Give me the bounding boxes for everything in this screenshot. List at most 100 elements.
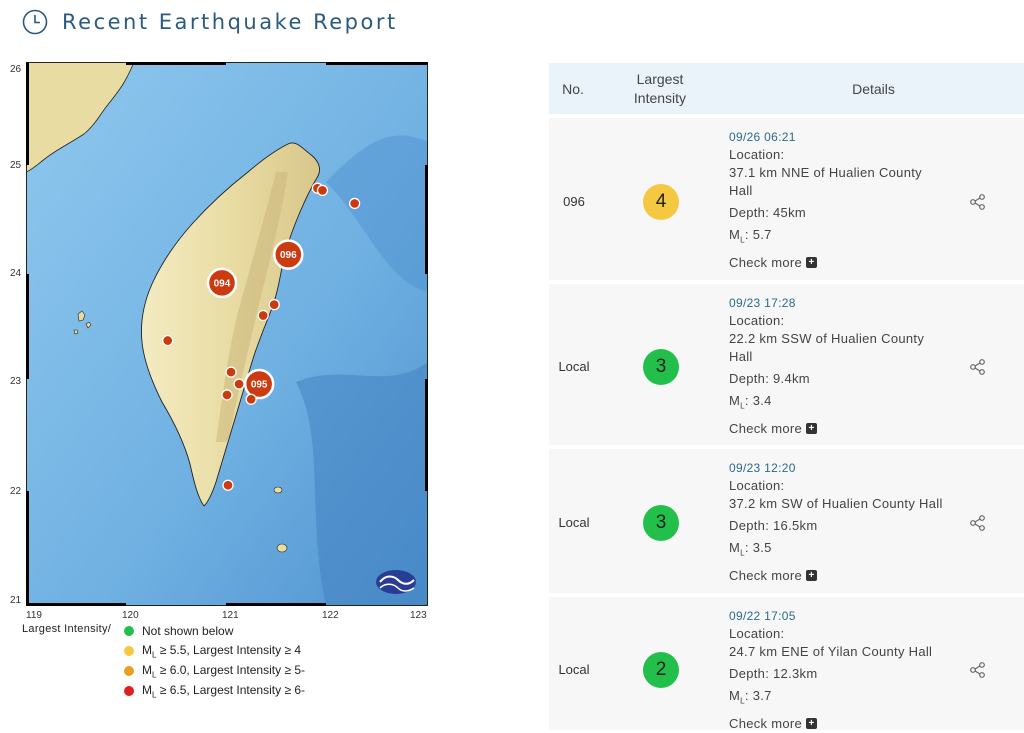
earthquake-marker[interactable] — [268, 298, 280, 311]
depth-text: Depth: 9.4km — [729, 371, 810, 386]
depth-text: Depth: 12.3km — [729, 666, 818, 681]
legend-title: Largest Intensity/ — [22, 623, 112, 635]
earthquake-marker[interactable] — [233, 378, 245, 390]
check-more-link[interactable]: Check more + — [729, 567, 943, 585]
earthquake-marker-labeled[interactable]: 095 — [243, 368, 275, 400]
location-text: 37.2 km SW of Hualien County Hall — [729, 496, 943, 511]
intensity-badge: 3 — [643, 349, 679, 385]
location-label: Location: — [729, 313, 785, 328]
legend-dot-icon — [124, 626, 134, 636]
table-row: 096 4 09/26 06:21 Location: 37.1 km NNE … — [549, 114, 1024, 284]
table-header: No. Largest Intensity Details — [549, 63, 1024, 114]
earthquake-marker[interactable] — [221, 389, 233, 401]
share-icon[interactable] — [969, 193, 987, 211]
earthquake-marker[interactable] — [316, 184, 329, 197]
legend-item: ML ≥ 6.5, Largest Intensity ≥ 6- — [124, 682, 305, 700]
y-tick: 21 — [10, 595, 22, 606]
event-time: 09/22 17:05 — [729, 609, 796, 623]
map-canvas[interactable]: 094 095 096 — [26, 62, 428, 606]
row-details: 09/23 17:28 Location: 22.2 km SSW of Hua… — [729, 294, 924, 438]
intensity-badge: 3 — [643, 505, 679, 541]
location-text-cont: Hall — [729, 183, 753, 198]
row-number: Local — [558, 662, 590, 677]
check-more-link[interactable]: Check more + — [729, 254, 922, 272]
event-time: 09/26 06:21 — [729, 130, 796, 144]
column-header-intensity-line2: Intensity — [633, 89, 687, 106]
y-tick: 22 — [10, 486, 22, 497]
legend-dot-icon — [124, 686, 134, 696]
legend-dot-icon — [124, 646, 134, 656]
magnitude-text: ML: 5.7 — [729, 227, 772, 245]
green-island — [273, 486, 283, 494]
legend-item: ML ≥ 6.0, Largest Intensity ≥ 5- — [124, 662, 305, 680]
legend-item: Not shown below — [124, 622, 233, 640]
table-row: Local 2 09/22 17:05 Location: 24.7 km EN… — [549, 593, 1024, 733]
legend-item: ML ≥ 5.5, Largest Intensity ≥ 4 — [124, 642, 301, 660]
earthquake-marker[interactable] — [162, 334, 174, 347]
legend-dot-icon — [124, 666, 134, 676]
earthquake-marker[interactable] — [222, 479, 234, 491]
table-row: Local 3 09/23 12:20 Location: 37.2 km SW… — [549, 445, 1024, 597]
location-label: Location: — [729, 626, 785, 641]
share-icon[interactable] — [969, 358, 987, 376]
column-header-details: Details — [852, 80, 895, 97]
cwb-logo — [376, 570, 416, 594]
table-row: Local 3 09/23 17:28 Location: 22.2 km SS… — [549, 280, 1024, 449]
event-time: 09/23 17:28 — [729, 296, 796, 310]
intensity-badge: 2 — [643, 652, 679, 688]
page-title: Recent Earthquake Report — [62, 10, 398, 34]
share-icon[interactable] — [969, 514, 987, 532]
column-header-no: No. — [562, 80, 584, 97]
earthquake-marker-labeled[interactable]: 096 — [273, 239, 304, 270]
legend-text: ML ≥ 5.5, Largest Intensity ≥ 4 — [142, 642, 302, 660]
share-icon[interactable] — [969, 661, 987, 679]
legend-text: Not shown below — [142, 624, 234, 638]
legend-text: ML ≥ 6.0, Largest Intensity ≥ 5- — [142, 662, 306, 680]
marker-label: 094 — [214, 278, 231, 289]
clock-icon — [22, 9, 48, 35]
row-details: 09/23 12:20 Location: 37.2 km SW of Hual… — [729, 459, 943, 585]
magnitude-text: ML: 3.4 — [729, 393, 772, 411]
plus-icon: + — [806, 570, 818, 582]
magnitude-text: ML: 3.7 — [729, 688, 772, 706]
earthquake-map[interactable]: 094 095 096 119 120 121 122 123 26 25 24 2… — [10, 62, 428, 621]
check-more-link[interactable]: Check more + — [729, 420, 924, 438]
plus-icon: + — [806, 718, 818, 730]
legend-text: ML ≥ 6.5, Largest Intensity ≥ 6- — [142, 682, 306, 700]
earthquake-table: No. Largest Intensity Details — [549, 63, 1024, 114]
location-text-cont: Hall — [729, 349, 753, 364]
row-details: 09/26 06:21 Location: 37.1 km NNE of Hua… — [729, 128, 922, 272]
plus-icon: + — [806, 257, 818, 269]
depth-text: Depth: 16.5km — [729, 518, 818, 533]
location-label: Location: — [729, 147, 785, 162]
magnitude-text: ML: 3.5 — [729, 540, 772, 558]
earthquake-marker[interactable] — [245, 393, 257, 405]
location-text: 22.2 km SSW of Hualien County — [729, 331, 925, 346]
intensity-badge: 4 — [643, 184, 679, 220]
row-number: Local — [558, 359, 590, 374]
location-text: 24.7 km ENE of Yilan County Hall — [729, 644, 933, 659]
depth-text: Depth: 45km — [729, 205, 807, 220]
y-tick: 24 — [10, 268, 22, 279]
page-header: Recent Earthquake Report — [22, 6, 398, 38]
earthquake-marker-labeled[interactable]: 094 — [206, 267, 238, 299]
table-body: 096 4 09/26 06:21 Location: 37.1 km NNE … — [549, 114, 1024, 731]
plus-icon: + — [806, 423, 818, 435]
location-label: Location: — [729, 478, 785, 493]
earthquake-marker[interactable] — [348, 197, 361, 210]
earthquake-marker[interactable] — [225, 366, 237, 378]
map-legend: Largest Intensity/ Not shown below ML ≥ … — [22, 620, 442, 724]
y-tick: 25 — [10, 160, 22, 171]
event-time: 09/23 12:20 — [729, 461, 796, 475]
location-text: 37.1 km NNE of Hualien County — [729, 165, 922, 180]
marker-label: 096 — [280, 250, 297, 261]
check-more-link[interactable]: Check more + — [729, 715, 932, 733]
earthquake-marker[interactable] — [257, 309, 269, 322]
row-number: 096 — [563, 194, 585, 209]
row-number: Local — [558, 515, 590, 530]
column-header-intensity: Largest Intensity — [597, 70, 723, 108]
row-details: 09/22 17:05 Location: 24.7 km ENE of Yil… — [729, 607, 932, 733]
marker-label: 095 — [251, 380, 268, 391]
orchid-island — [276, 543, 288, 553]
y-tick: 23 — [10, 376, 22, 387]
